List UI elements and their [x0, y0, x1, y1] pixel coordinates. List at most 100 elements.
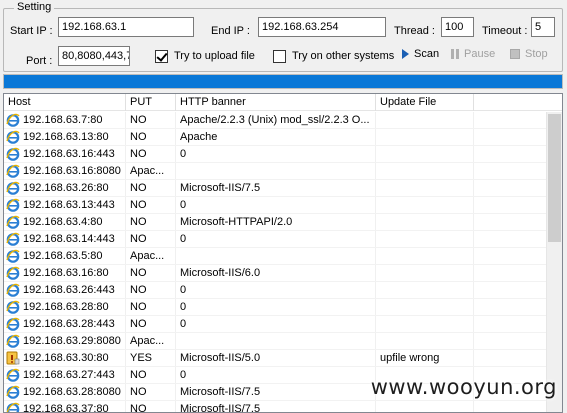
- table-row[interactable]: 192.168.63.14:443 NO 0: [4, 231, 548, 248]
- cell-update-file: [376, 214, 474, 230]
- ie-icon: [6, 181, 20, 195]
- cell-host: 192.168.63.30:80: [4, 350, 126, 366]
- vertical-scrollbar[interactable]: [546, 112, 562, 412]
- cell-put: NO: [126, 401, 176, 412]
- scrollbar-thumb[interactable]: [548, 114, 561, 242]
- ie-icon: [6, 198, 20, 212]
- ie-icon: [6, 283, 20, 297]
- column-header-put[interactable]: PUT: [126, 94, 176, 111]
- cell-host: 192.168.63.13:80: [4, 129, 126, 145]
- cell-put: Apac...: [126, 333, 176, 349]
- column-header-update-file[interactable]: Update File: [376, 94, 474, 111]
- cell-http-banner: Microsoft-IIS/7.5: [176, 384, 376, 400]
- cell-update-file: [376, 146, 474, 162]
- progress-fill: [4, 75, 562, 88]
- cell-http-banner: 0: [176, 197, 376, 213]
- table-row[interactable]: 192.168.63.13:443 NO 0: [4, 197, 548, 214]
- cell-update-file: [376, 248, 474, 264]
- host-text: 192.168.63.28:8080: [23, 385, 121, 398]
- host-text: 192.168.63.16:8080: [23, 164, 121, 177]
- ie-icon: [6, 215, 20, 229]
- cell-host: 192.168.63.16:443: [4, 146, 126, 162]
- cell-http-banner: Microsoft-HTTPAPI/2.0: [176, 214, 376, 230]
- cell-host: 192.168.63.29:8080: [4, 333, 126, 349]
- cell-put: NO: [126, 214, 176, 230]
- cell-host: 192.168.63.16:8080: [4, 163, 126, 179]
- upload-file-checkbox[interactable]: [155, 50, 168, 63]
- host-text: 192.168.63.4:80: [23, 215, 103, 228]
- port-label: Port :: [26, 55, 53, 67]
- cell-filler: [474, 299, 548, 315]
- cell-host: 192.168.63.7:80: [4, 112, 126, 128]
- cell-update-file: [376, 299, 474, 315]
- table-row[interactable]: 192.168.63.37:80 NO Microsoft-IIS/7.5: [4, 401, 548, 412]
- cell-put: NO: [126, 316, 176, 332]
- cell-http-banner: 0: [176, 231, 376, 247]
- port-input[interactable]: 80,8080,443,7: [58, 46, 130, 66]
- ie-icon: [6, 113, 20, 127]
- ie-icon: [6, 385, 20, 399]
- cell-put: NO: [126, 197, 176, 213]
- host-text: 192.168.63.16:443: [23, 147, 115, 160]
- table-row[interactable]: 192.168.63.7:80 NO Apache/2.2.3 (Unix) mod…: [4, 112, 548, 129]
- table-row[interactable]: 192.168.63.26:443 NO 0: [4, 282, 548, 299]
- cell-host: 192.168.63.37:80: [4, 401, 126, 412]
- ie-icon: [6, 130, 20, 144]
- cell-put: NO: [126, 231, 176, 247]
- table-row[interactable]: 192.168.63.4:80 NO Microsoft-HTTPAPI/2.0: [4, 214, 548, 231]
- cell-put: NO: [126, 129, 176, 145]
- list-header: Host PUT HTTP banner Update File: [4, 94, 562, 111]
- table-row[interactable]: 192.168.63.26:80 NO Microsoft-IIS/7.5: [4, 180, 548, 197]
- cell-update-file: [376, 129, 474, 145]
- ie-icon: [6, 164, 20, 178]
- table-row[interactable]: 192.168.63.16:443 NO 0: [4, 146, 548, 163]
- cell-put: NO: [126, 384, 176, 400]
- timeout-input[interactable]: 5: [531, 17, 555, 37]
- cell-http-banner: [176, 333, 376, 349]
- start-ip-input[interactable]: 192.168.63.1: [58, 17, 194, 37]
- host-text: 192.168.63.28:80: [23, 300, 109, 313]
- play-icon: [402, 49, 409, 59]
- ie-icon: [6, 368, 20, 382]
- column-header-http-banner[interactable]: HTTP banner: [176, 94, 376, 111]
- thread-input[interactable]: 100: [441, 17, 474, 37]
- table-row[interactable]: 192.168.63.28:443 NO 0: [4, 316, 548, 333]
- cell-host: 192.168.63.28:80: [4, 299, 126, 315]
- cell-put: NO: [126, 367, 176, 383]
- end-ip-input[interactable]: 192.168.63.254: [258, 17, 386, 37]
- host-text: 192.168.63.28:443: [23, 317, 115, 330]
- cell-update-file: upfile wrong: [376, 350, 474, 366]
- cell-update-file: [376, 265, 474, 281]
- cell-put: Apac...: [126, 248, 176, 264]
- cell-update-file: [376, 282, 474, 298]
- table-row[interactable]: 192.168.63.5:80 Apac...: [4, 248, 548, 265]
- cell-http-banner: 0: [176, 316, 376, 332]
- cell-http-banner: Microsoft-IIS/5.0: [176, 350, 376, 366]
- cell-put: NO: [126, 146, 176, 162]
- table-row[interactable]: 192.168.63.29:8080 Apac...: [4, 333, 548, 350]
- host-text: 192.168.63.27:443: [23, 368, 115, 381]
- host-text: 192.168.63.13:80: [23, 130, 109, 143]
- cell-host: 192.168.63.13:443: [4, 197, 126, 213]
- table-row[interactable]: 192.168.63.28:80 NO 0: [4, 299, 548, 316]
- table-row[interactable]: 192.168.63.30:80 YES Microsoft-IIS/5.0 upfi…: [4, 350, 548, 367]
- table-row[interactable]: 192.168.63.16:8080 Apac...: [4, 163, 548, 180]
- cell-update-file: [376, 316, 474, 332]
- stop-button[interactable]: Stop: [510, 48, 548, 60]
- host-text: 192.168.63.5:80: [23, 249, 103, 262]
- table-row[interactable]: 192.168.63.16:80 NO Microsoft-IIS/6.0: [4, 265, 548, 282]
- host-text: 192.168.63.26:80: [23, 181, 109, 194]
- scan-button[interactable]: Scan: [402, 48, 439, 60]
- cell-update-file: [376, 180, 474, 196]
- pause-button[interactable]: Pause: [451, 48, 495, 60]
- other-systems-checkbox[interactable]: [273, 50, 286, 63]
- host-text: 192.168.63.14:443: [23, 232, 115, 245]
- cell-update-file: [376, 163, 474, 179]
- stop-button-label: Stop: [525, 48, 548, 60]
- upload-file-label[interactable]: Try to upload file: [174, 50, 255, 63]
- cell-put: YES: [126, 350, 176, 366]
- table-row[interactable]: 192.168.63.13:80 NO Apache: [4, 129, 548, 146]
- results-list[interactable]: Host PUT HTTP banner Update File 192.168…: [3, 93, 563, 413]
- column-header-host[interactable]: Host: [4, 94, 126, 111]
- other-systems-label[interactable]: Try on other systems: [292, 50, 394, 63]
